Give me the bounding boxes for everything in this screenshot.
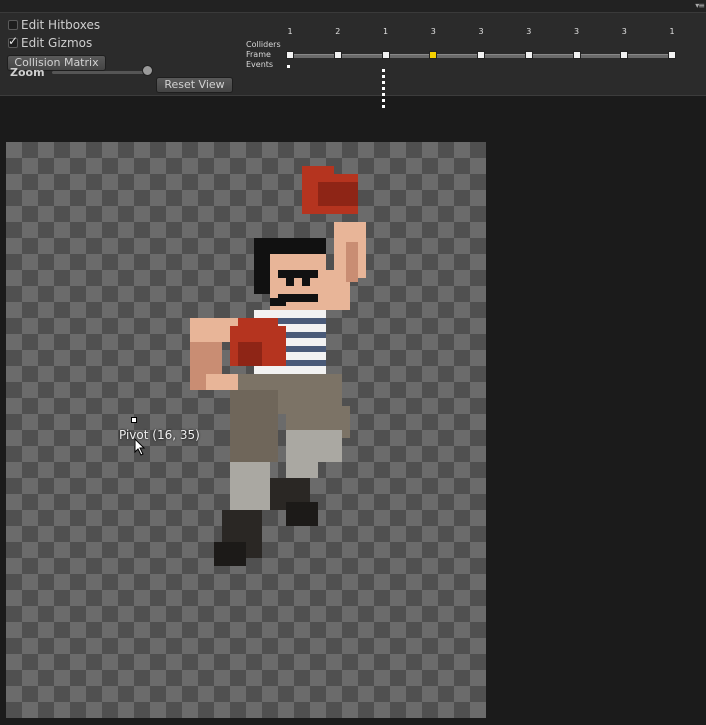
frame-keyframe[interactable] [668,51,676,59]
mouse-pointer-icon [134,438,146,456]
window-top-bar: ▾≡ [0,0,706,13]
frame-keyframe[interactable] [572,51,581,59]
zoom-label: Zoom [10,66,45,79]
frame-number: 1 [382,27,389,36]
leg-left [230,462,270,510]
events-row-label: Events [246,60,274,69]
frame-keyframe[interactable] [429,51,438,59]
frame-keyframe[interactable] [620,51,629,59]
frame-keyframe[interactable] [333,51,342,59]
edit-hitboxes-checkbox[interactable] [8,20,18,30]
frame-number: 3 [526,27,532,36]
pivot-label: Pivot (16, 35) [119,428,200,442]
frame-keyframe[interactable] [477,51,485,59]
pivot-handle[interactable] [131,417,137,423]
edit-gizmos-checkbox[interactable] [8,34,18,48]
frame-keyframe[interactable] [286,51,294,59]
current-frame-indicator[interactable] [382,69,385,109]
frame-number: 1 [669,27,675,36]
frame-number: 3 [621,27,627,36]
frame-number: 3 [573,27,580,36]
zoom-slider[interactable] [52,71,148,74]
frame-number: 3 [478,27,484,36]
slider-thumb-icon[interactable] [142,65,153,76]
reset-view-button[interactable]: Reset View [156,77,233,93]
frame-number: 1 [287,27,293,36]
sprite-canvas[interactable]: Pivot (16, 35) [6,142,486,718]
frame-number: 3 [430,27,436,36]
edit-gizmos-label: Edit Gizmos [21,36,93,50]
edit-hitboxes-label: Edit Hitboxes [21,18,101,32]
tab-menu-icon[interactable]: ▾≡ [695,1,705,10]
frame-keyframe[interactable] [381,51,390,59]
edit-hitboxes-toggle[interactable]: Edit Hitboxes [8,18,100,32]
colliders-row-label: Colliders [246,40,281,49]
boxer-sprite [190,166,366,566]
frame-keyframe[interactable] [524,51,533,59]
frame-number: 2 [335,27,341,36]
event-marker[interactable] [287,65,290,68]
frame-row-label: Frame [246,50,271,59]
edit-gizmos-toggle[interactable]: Edit Gizmos [8,34,93,50]
